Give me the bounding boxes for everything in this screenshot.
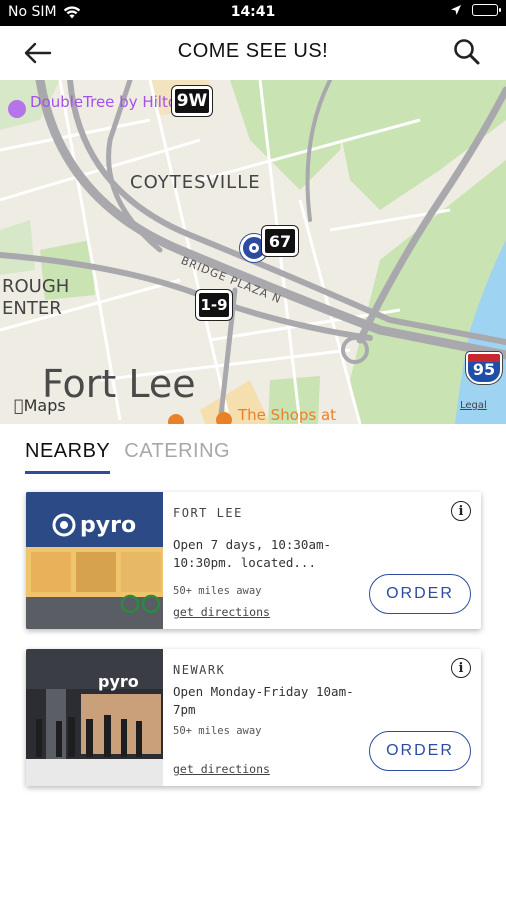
tab-catering[interactable]: CATERING xyxy=(124,440,230,474)
place-coytesville: COYTESVILLE xyxy=(130,172,261,193)
search-button[interactable] xyxy=(452,37,482,67)
location-city: NEWARK xyxy=(173,663,226,677)
location-description: Open Monday-Friday 10am-7pm xyxy=(173,684,354,717)
store-photo-newark: pyro xyxy=(26,649,163,786)
info-button[interactable]: i xyxy=(451,501,471,521)
clock: 14:41 xyxy=(230,4,276,20)
status-bar: No SIM 14:41 xyxy=(0,0,506,26)
poi-doubletree[interactable]: DoubleTree by Hilton xyxy=(30,94,187,111)
location-distance: 50+ miles away xyxy=(173,725,262,737)
location-arrow-icon xyxy=(451,5,461,15)
search-icon xyxy=(454,39,480,65)
info-button[interactable]: i xyxy=(451,658,471,678)
shopping-icon-2[interactable] xyxy=(216,412,232,424)
location-map[interactable]: DoubleTree by Hilton 9W COYTESVILLE BRID… xyxy=(0,80,506,424)
storefront-image: pyro xyxy=(26,492,163,629)
apple-logo-icon:  xyxy=(14,396,24,415)
order-button[interactable]: ORDER xyxy=(369,731,471,771)
order-button[interactable]: ORDER xyxy=(369,574,471,614)
pin-ring-icon xyxy=(249,243,259,253)
page-title: COME SEE US! xyxy=(177,40,329,62)
place-rough-line: ROUGH ENTER xyxy=(2,276,70,319)
battery-icon xyxy=(472,4,501,16)
location-tabs: NEARBY CATERING xyxy=(25,440,230,474)
svg-text:pyro: pyro xyxy=(80,513,136,538)
card-body: NEWARK Open Monday-Friday 10am-7pm 50+ m… xyxy=(173,649,481,786)
tab-nearby[interactable]: NEARBY xyxy=(25,440,111,474)
store-photo-fort-lee: pyro xyxy=(26,492,163,629)
interstate-95-shield: 95 xyxy=(466,352,502,384)
storefront-image: pyro xyxy=(26,649,163,786)
location-description: Open 7 days, 10:30am-10:30pm. located... xyxy=(173,537,332,570)
get-directions-link[interactable]: get directions xyxy=(173,762,270,776)
card-body: FORT LEE Open 7 days, 10:30am-10:30pm. l… xyxy=(173,492,481,629)
route-1-9-shield: 1-9 xyxy=(196,290,232,320)
svg-text:pyro: pyro xyxy=(98,672,139,691)
status-right xyxy=(450,4,501,16)
place-rough-center: ROUGH ENTER xyxy=(2,276,69,320)
location-card-newark[interactable]: pyro NEWARK Open Monday-Friday 10am-7pm … xyxy=(26,649,481,786)
maps-brand-label: Maps xyxy=(14,396,66,415)
location-city: FORT LEE xyxy=(173,506,243,520)
location-card-fort-lee[interactable]: pyro FORT LEE Open 7 days, 10:30am-10:30… xyxy=(26,492,481,629)
maps-attribution: Maps xyxy=(14,396,66,415)
app-header: COME SEE US! xyxy=(0,26,506,80)
legal-link[interactable]: Legal xyxy=(460,400,487,411)
poi-shops[interactable]: The Shops at xyxy=(238,406,336,424)
route-9w-shield: 9W xyxy=(172,86,212,116)
shopping-icon[interactable] xyxy=(168,414,184,424)
info-icon: i xyxy=(458,660,464,676)
get-directions-link[interactable]: get directions xyxy=(173,605,270,619)
info-icon: i xyxy=(458,503,464,519)
route-67-shield: 67 xyxy=(262,226,298,256)
location-distance: 50+ miles away xyxy=(173,585,262,597)
hotel-icon[interactable] xyxy=(8,100,26,118)
interstate-95-label: 95 xyxy=(472,360,496,379)
